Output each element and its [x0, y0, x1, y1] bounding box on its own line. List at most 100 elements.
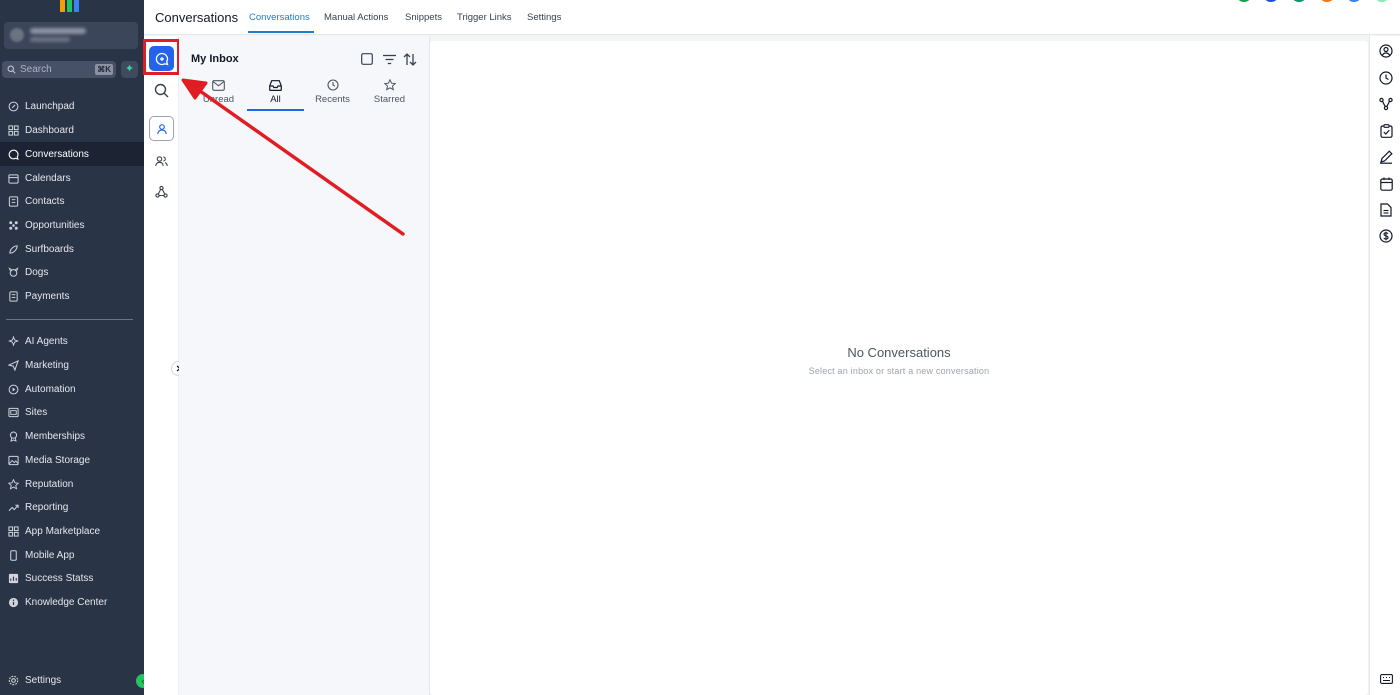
inbox-tab-starred[interactable]: Starred — [361, 78, 418, 108]
header-avatar[interactable] — [1374, 0, 1390, 2]
sidebar-item-reporting[interactable]: Reporting — [0, 495, 144, 519]
sidebar-item-sites[interactable]: Sites — [0, 400, 144, 424]
sidebar-item-payments[interactable]: Payments — [0, 284, 144, 308]
sidebar-item-dogs[interactable]: Dogs — [0, 260, 144, 284]
contact-profile-icon[interactable] — [1378, 43, 1394, 59]
tab-conversations[interactable]: Conversations — [249, 12, 310, 23]
sort-button[interactable] — [403, 52, 417, 66]
sidebar-item-label: Dashboard — [25, 124, 74, 136]
account-avatar — [10, 28, 24, 42]
sidebar-item-calendars[interactable]: Calendars — [0, 166, 144, 190]
sidebar-item-label: AI Agents — [25, 335, 68, 347]
sidebar-item-success-statss[interactable]: Success Statss — [0, 566, 144, 590]
sidebar-item-label: Reporting — [25, 501, 69, 513]
header-avatar[interactable] — [1263, 0, 1279, 2]
history-icon[interactable] — [1378, 70, 1394, 86]
sidebar-item-label: Surfboards — [25, 243, 74, 255]
sort-icon — [403, 52, 417, 66]
active-inbox-tab-indicator — [247, 109, 304, 111]
sidebar-item-ai-agents[interactable]: AI Agents — [0, 329, 144, 353]
sidebar-item-label: Memberships — [25, 430, 86, 442]
sidebar-item-surfboards[interactable]: Surfboards — [0, 237, 144, 261]
user-icon — [156, 123, 167, 134]
inbox-tab-label: Recents — [315, 94, 350, 105]
select-all-checkbox[interactable] — [360, 52, 374, 66]
sidebar-item-knowledge-center[interactable]: Knowledge Center — [0, 590, 144, 614]
inbox-panel: My Inbox Unread All Recents Starred — [179, 36, 430, 695]
sidebar-item-label: Launchpad — [25, 100, 75, 112]
channels-button[interactable] — [149, 179, 174, 204]
sidebar-item-automation[interactable]: Automation — [0, 377, 144, 401]
sidebar-item-label: Reputation — [25, 478, 74, 490]
sidebar-item-reputation[interactable]: Reputation — [0, 472, 144, 496]
header-avatar[interactable] — [1319, 0, 1335, 2]
sidebar-item-app-marketplace[interactable]: App Marketplace — [0, 519, 144, 543]
tasks-icon[interactable] — [1378, 123, 1394, 139]
sidebar-item-label: Contacts — [25, 195, 65, 207]
opportunities-icon — [7, 219, 19, 231]
search-icon — [154, 83, 169, 98]
sidebar-item-settings[interactable]: Settings — [0, 668, 144, 692]
automation-icon — [7, 383, 19, 395]
sidebar-item-label: Automation — [25, 383, 76, 395]
sidebar-item-media-storage[interactable]: Media Storage — [0, 448, 144, 472]
sidebar-item-label: Knowledge Center — [25, 596, 108, 608]
sidebar-item-mobile-app[interactable]: Mobile App — [0, 543, 144, 567]
star-icon — [7, 478, 19, 490]
tab-trigger-links[interactable]: Trigger Links — [457, 12, 512, 23]
inbox-tab-unread[interactable]: Unread — [190, 78, 247, 108]
document-icon[interactable] — [1378, 202, 1394, 218]
account-switcher[interactable] — [4, 22, 138, 49]
workflow-icon[interactable] — [1378, 96, 1394, 112]
filter-icon — [382, 54, 396, 64]
tab-snippets[interactable]: Snippets — [405, 12, 442, 23]
sidebar-item-marketing[interactable]: Marketing — [0, 353, 144, 377]
quick-add-button[interactable]: ✦ — [121, 61, 138, 78]
right-utility-rail — [1369, 36, 1400, 695]
team-inbox-button[interactable] — [149, 148, 174, 173]
dollar-icon[interactable] — [1378, 228, 1394, 244]
send-icon — [7, 359, 19, 371]
inbox-tab-all[interactable]: All — [247, 78, 304, 108]
ai-agents-icon — [7, 335, 19, 347]
surfboard-icon — [7, 243, 19, 255]
header-avatar[interactable] — [1236, 0, 1252, 2]
mobile-icon — [7, 549, 19, 561]
inbox-icon — [247, 78, 304, 92]
my-inbox-button[interactable] — [149, 116, 174, 141]
header-avatar[interactable] — [1346, 0, 1362, 2]
sidebar-item-label: Sites — [25, 406, 48, 418]
sidebar-item-launchpad[interactable]: Launchpad — [0, 94, 144, 118]
checkbox-icon — [361, 53, 373, 65]
keyboard-icon[interactable] — [1378, 671, 1394, 687]
sidebar-item-label: Conversations — [25, 148, 89, 160]
calendar-icon[interactable] — [1378, 176, 1394, 192]
header-avatar[interactable] — [1291, 0, 1307, 2]
inbox-title: My Inbox — [191, 53, 239, 65]
grid-icon — [7, 525, 19, 537]
inbox-tab-label: Unread — [202, 94, 235, 105]
sidebar-item-contacts[interactable]: Contacts — [0, 189, 144, 213]
conversation-view: No Conversations Select an inbox or star… — [430, 41, 1368, 695]
sidebar-item-memberships[interactable]: Memberships — [0, 424, 144, 448]
sidebar-item-dashboard[interactable]: Dashboard — [0, 118, 144, 142]
plus-icon: ✦ — [124, 63, 135, 75]
sidebar-item-opportunities[interactable]: Opportunities — [0, 213, 144, 237]
info-icon — [7, 596, 19, 608]
tab-manual-actions[interactable]: Manual Actions — [324, 12, 388, 23]
tab-settings[interactable]: Settings — [527, 12, 561, 23]
sidebar-item-label: Settings — [25, 674, 62, 686]
top-bar: Conversations Conversations Manual Actio… — [144, 0, 1400, 35]
sidebar-item-conversations[interactable]: Conversations — [0, 142, 144, 166]
sidebar-search[interactable]: Search ⌘K — [2, 61, 116, 78]
left-sidebar: Search ⌘K ✦ Launchpad Dashboard Conversati… — [0, 0, 150, 695]
users-icon — [155, 155, 168, 166]
inbox-tab-recents[interactable]: Recents — [304, 78, 361, 108]
brand-logo[interactable] — [58, 0, 82, 12]
search-conversations-button[interactable] — [149, 78, 174, 103]
notes-pen-icon[interactable] — [1378, 149, 1394, 165]
filter-button[interactable] — [382, 52, 396, 66]
sidebar-item-label: Payments — [25, 290, 70, 302]
sidebar-item-label: Media Storage — [25, 454, 91, 466]
empty-state-title: No Conversations — [847, 345, 951, 360]
